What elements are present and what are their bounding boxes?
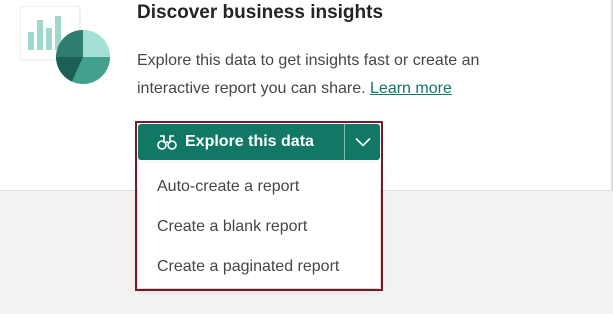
- explore-this-data-button[interactable]: Explore this data: [138, 124, 344, 160]
- menu-item-auto-create-report[interactable]: Auto-create a report: [138, 167, 380, 207]
- card-description: Explore this data to get insights fast o…: [137, 47, 547, 103]
- menu-item-create-paginated-report[interactable]: Create a paginated report: [138, 247, 380, 287]
- explore-button-label: Explore this data: [185, 133, 314, 150]
- explore-dropdown-menu: Auto-create a report Create a blank repo…: [138, 163, 380, 288]
- learn-more-link[interactable]: Learn more: [370, 80, 452, 97]
- menu-item-create-blank-report[interactable]: Create a blank report: [138, 207, 380, 247]
- chevron-down-icon: [354, 137, 371, 147]
- page: Discover business insights Explore this …: [0, 0, 613, 314]
- explore-split-button: Explore this data: [138, 124, 380, 160]
- report-insights-icon: [20, 6, 110, 84]
- explore-dropdown-button[interactable]: [345, 124, 380, 160]
- binoculars-icon: [157, 135, 177, 150]
- card-title: Discover business insights: [137, 2, 384, 23]
